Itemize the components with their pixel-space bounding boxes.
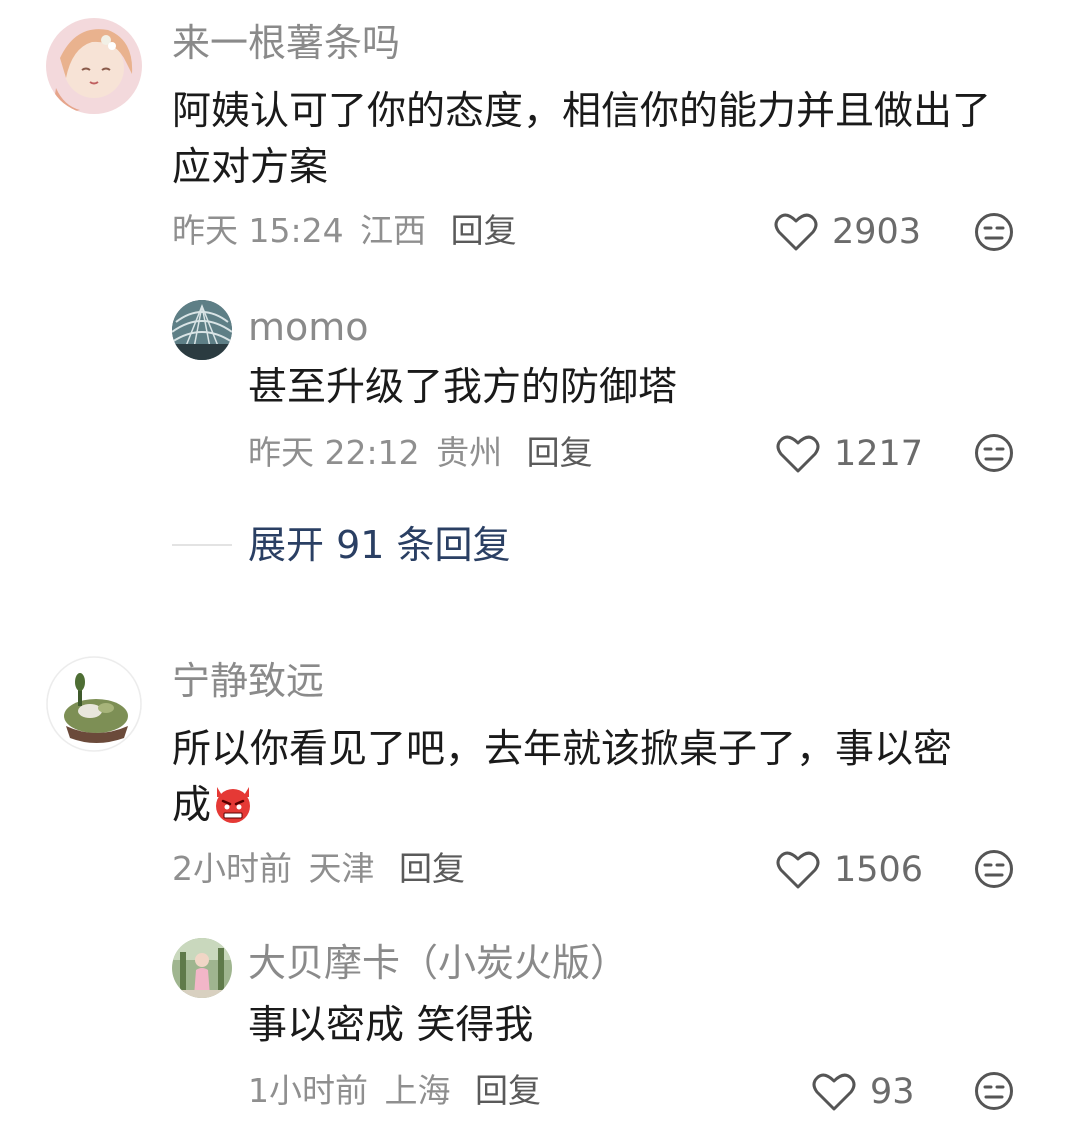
- reply-username[interactable]: momo: [248, 308, 369, 346]
- heart-icon: [774, 213, 818, 251]
- comment-text-line: 所以你看见了吧，去年就该掀桌子了，事以密: [172, 727, 953, 772]
- comment-location: 天津: [308, 849, 375, 888]
- comment-text: 所以你看见了吧，去年就该掀桌子了，事以密 成: [172, 722, 1032, 834]
- user-avatar[interactable]: [172, 300, 232, 360]
- reply-meta: 昨天 22:12 贵州 回复: [248, 436, 599, 469]
- reply-button[interactable]: 回复: [475, 1071, 541, 1110]
- heart-icon: [812, 1073, 856, 1111]
- comment-time: 昨天 15:24: [172, 211, 344, 250]
- user-avatar[interactable]: [46, 656, 142, 752]
- like-count: 93: [870, 1071, 915, 1112]
- comment-text-fragment: 成: [172, 783, 212, 828]
- reply-button[interactable]: 回复: [399, 849, 465, 888]
- photo-person-avatar-icon: [172, 938, 232, 998]
- moss-bonsai-avatar-icon: [46, 656, 142, 752]
- user-avatar[interactable]: [172, 938, 232, 998]
- glass-dome-avatar-icon: [172, 300, 232, 360]
- comment-text-line: 成: [172, 778, 1032, 834]
- like-button[interactable]: 1217: [776, 432, 923, 476]
- anime-girl-avatar-icon: [46, 18, 142, 114]
- comment-username[interactable]: 来一根薯条吗: [172, 24, 400, 62]
- dislike-face-icon[interactable]: [974, 1071, 1014, 1111]
- reply-meta: 1小时前 上海 回复: [248, 1074, 547, 1107]
- reply-text: 事以密成 笑得我: [248, 1003, 534, 1048]
- like-button[interactable]: 1506: [776, 848, 923, 892]
- reply-button[interactable]: 回复: [451, 211, 517, 250]
- comment-meta: 昨天 15:24 江西 回复: [172, 214, 523, 247]
- reply-username[interactable]: 大贝摩卡（小炭火版）: [248, 944, 628, 982]
- expand-divider: [172, 544, 232, 546]
- like-count: 1217: [834, 433, 924, 474]
- expand-replies-button[interactable]: 展开 91 条回复: [172, 526, 511, 564]
- comment-username[interactable]: 宁静致远: [172, 662, 324, 700]
- reply-time: 1小时前: [248, 1071, 368, 1110]
- reply-location: 贵州: [436, 433, 503, 472]
- like-button[interactable]: 93: [812, 1070, 915, 1114]
- like-button[interactable]: 2903: [774, 210, 921, 254]
- angry-devil-emoji-icon: [216, 787, 251, 823]
- dislike-face-icon[interactable]: [974, 212, 1014, 252]
- reply-location: 上海: [384, 1071, 451, 1110]
- expand-replies-label: 展开 91 条回复: [248, 523, 511, 567]
- comment-meta: 2小时前 天津 回复: [172, 852, 471, 885]
- heart-icon: [776, 435, 820, 473]
- reply-button[interactable]: 回复: [527, 433, 593, 472]
- user-avatar[interactable]: [46, 18, 142, 114]
- heart-icon: [776, 851, 820, 889]
- comment-text: 阿姨认可了你的态度，相信你的能力并且做出了应对方案: [172, 89, 992, 190]
- like-count: 1506: [834, 849, 924, 890]
- dislike-face-icon[interactable]: [974, 849, 1014, 889]
- reply-text: 甚至升级了我方的防御塔: [248, 365, 678, 410]
- comment-location: 江西: [360, 211, 427, 250]
- dislike-face-icon[interactable]: [974, 433, 1014, 473]
- comment-time: 2小时前: [172, 849, 292, 888]
- reply-time: 昨天 22:12: [248, 433, 420, 472]
- like-count: 2903: [832, 211, 922, 252]
